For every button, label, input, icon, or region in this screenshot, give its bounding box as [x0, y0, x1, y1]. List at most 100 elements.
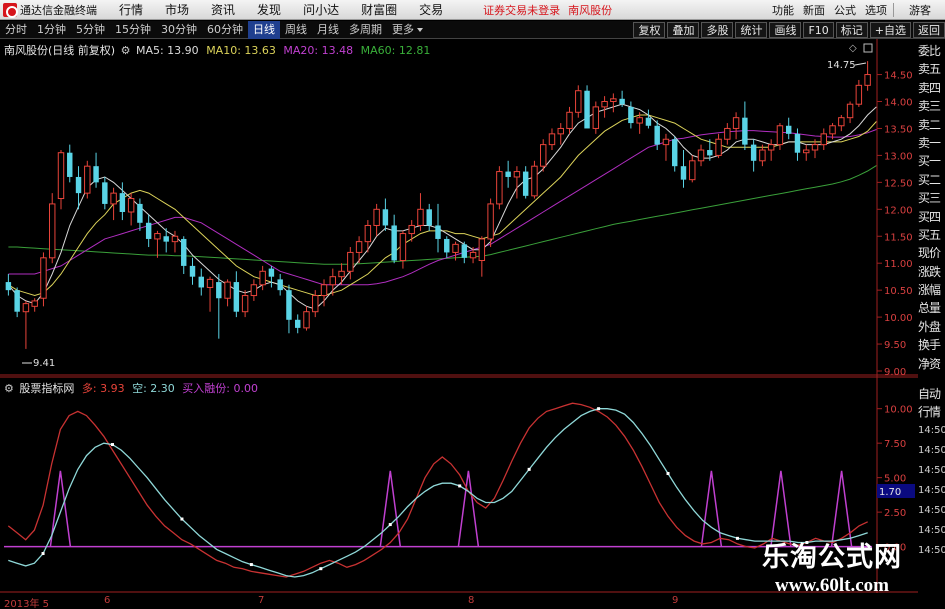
side-item[interactable]: 涨幅	[918, 281, 945, 299]
side-item[interactable]: 卖四	[918, 79, 945, 97]
candle-body	[286, 290, 292, 320]
period-weekly[interactable]: 周线	[280, 21, 312, 39]
side-item[interactable]: 买四	[918, 208, 945, 226]
settings-icon[interactable]: ⚙	[121, 44, 131, 57]
side-item[interactable]: 净资	[918, 355, 945, 373]
divider	[893, 3, 894, 17]
period-5min[interactable]: 5分钟	[71, 21, 110, 39]
indicator-tick-label: 5.00	[884, 474, 906, 485]
price-tick-label: 9.50	[884, 340, 906, 351]
side-item[interactable]: 外盘	[918, 318, 945, 336]
candle-body	[110, 192, 117, 205]
f10-button[interactable]: F10	[803, 22, 834, 38]
side-item[interactable]: 委比	[918, 42, 945, 60]
period-intraday[interactable]: 分时	[0, 21, 32, 39]
adjust-button[interactable]: 复权	[633, 22, 666, 38]
candle-body	[864, 74, 871, 86]
menu-trade[interactable]: 交易	[419, 1, 443, 18]
candle-body	[855, 84, 863, 105]
candle-body	[163, 236, 169, 242]
guest-button[interactable]: 游客	[909, 2, 931, 18]
indicator-settings-icon[interactable]: ⚙	[4, 382, 14, 395]
quote-side-list: 委比 卖五 卖四 卖三 卖二 卖一 买一 买二 买三 买四 买五 现价 涨跌 涨…	[918, 42, 945, 373]
menu-wealth[interactable]: 财富圈	[361, 1, 397, 18]
side-item[interactable]: 涨跌	[918, 263, 945, 281]
top-menu-bar: 通达信金融终端 行情 市场 资讯 发现 问小达 财富圈 交易 证券交易未登录 南…	[0, 0, 945, 20]
stats-button[interactable]: 统计	[735, 22, 768, 38]
period-monthly[interactable]: 月线	[312, 21, 344, 39]
candle-body	[645, 117, 652, 126]
candle-body	[557, 127, 564, 135]
menu-market[interactable]: 市场	[165, 1, 189, 18]
candle-body	[584, 90, 590, 129]
period-daily[interactable]: 日线	[248, 20, 280, 39]
candle-body	[539, 144, 547, 167]
tick-time: 14:50	[918, 445, 945, 456]
draw-button[interactable]: 画线	[769, 22, 802, 38]
d-line-marker	[249, 563, 253, 567]
side-item[interactable]: 卖一	[918, 134, 945, 152]
candle-body	[364, 224, 372, 243]
period-more[interactable]: 更多	[387, 21, 428, 39]
menu-function[interactable]: 功能	[772, 2, 794, 18]
stock-name: 南风股份	[568, 3, 613, 17]
price-tick-label: 13.50	[884, 124, 913, 135]
tick-time: 14:50	[918, 465, 945, 476]
candle-body	[14, 290, 20, 312]
add-watchlist-button[interactable]: +自选	[869, 22, 911, 38]
period-multi[interactable]: 多周期	[344, 21, 387, 39]
period-15min[interactable]: 15分钟	[110, 21, 156, 39]
period-30min[interactable]: 30分钟	[156, 21, 202, 39]
candle-body	[732, 117, 740, 129]
menu-news[interactable]: 资讯	[211, 1, 235, 18]
side-item-auto[interactable]: 自动	[918, 385, 945, 403]
chart-tools: 复权 叠加 多股 统计 画线 F10 标记 +自选 返回	[631, 21, 945, 39]
candle-body	[548, 133, 556, 146]
candle-body	[189, 265, 196, 277]
period-1min[interactable]: 1分钟	[32, 21, 71, 39]
candle-body	[750, 144, 757, 161]
side-item[interactable]: 卖五	[918, 60, 945, 78]
side-item[interactable]: 买二	[918, 171, 945, 189]
candle-body	[496, 171, 503, 205]
candle-body	[715, 138, 722, 156]
login-notice[interactable]: 证券交易未登录	[483, 2, 560, 18]
indicator-tick-label: 2.50	[884, 508, 906, 519]
mark-button[interactable]: 标记	[835, 22, 868, 38]
side-item[interactable]: 换手	[918, 336, 945, 354]
candle-body	[505, 171, 511, 177]
side-item[interactable]: 总量	[918, 299, 945, 317]
tick-time: 14:50	[918, 485, 945, 496]
side-item[interactable]: 买三	[918, 189, 945, 207]
candle-body	[417, 208, 424, 226]
menu-ask[interactable]: 问小达	[303, 1, 339, 18]
side-item[interactable]: 卖三	[918, 97, 945, 115]
menu-quotes[interactable]: 行情	[119, 1, 143, 18]
side-item-quotes[interactable]: 行情	[918, 403, 945, 421]
side-item[interactable]: 买五	[918, 226, 945, 244]
menu-new-page[interactable]: 新面	[803, 2, 825, 18]
candle-body	[40, 257, 47, 299]
candle-body	[707, 150, 713, 156]
candle-body	[776, 125, 784, 146]
multi-stock-button[interactable]: 多股	[701, 22, 734, 38]
candle-body	[803, 149, 810, 154]
menu-options[interactable]: 选项	[865, 2, 887, 18]
menu-formula[interactable]: 公式	[834, 2, 856, 18]
overlay-button[interactable]: 叠加	[667, 22, 700, 38]
candle-body	[224, 281, 231, 299]
candlestick-chart[interactable]: 14.50 14.00 13.50 13.00 12.50 12.00 11.50 11.00…	[0, 39, 918, 376]
side-item[interactable]: 买一	[918, 152, 945, 170]
candle-body	[206, 278, 214, 288]
period-60min[interactable]: 60分钟	[202, 21, 248, 39]
side-item[interactable]: 现价	[918, 244, 945, 262]
candle-body	[320, 284, 328, 297]
indicator-duo: 多: 3.93	[81, 382, 125, 395]
menu-discover[interactable]: 发现	[257, 1, 281, 18]
candle-body	[268, 268, 275, 277]
side-item[interactable]: 卖二	[918, 116, 945, 134]
candle-body	[759, 149, 766, 162]
candle-body	[513, 171, 521, 178]
watermark-title: 乐淘公式网	[762, 542, 902, 573]
back-button[interactable]: 返回	[913, 22, 945, 38]
